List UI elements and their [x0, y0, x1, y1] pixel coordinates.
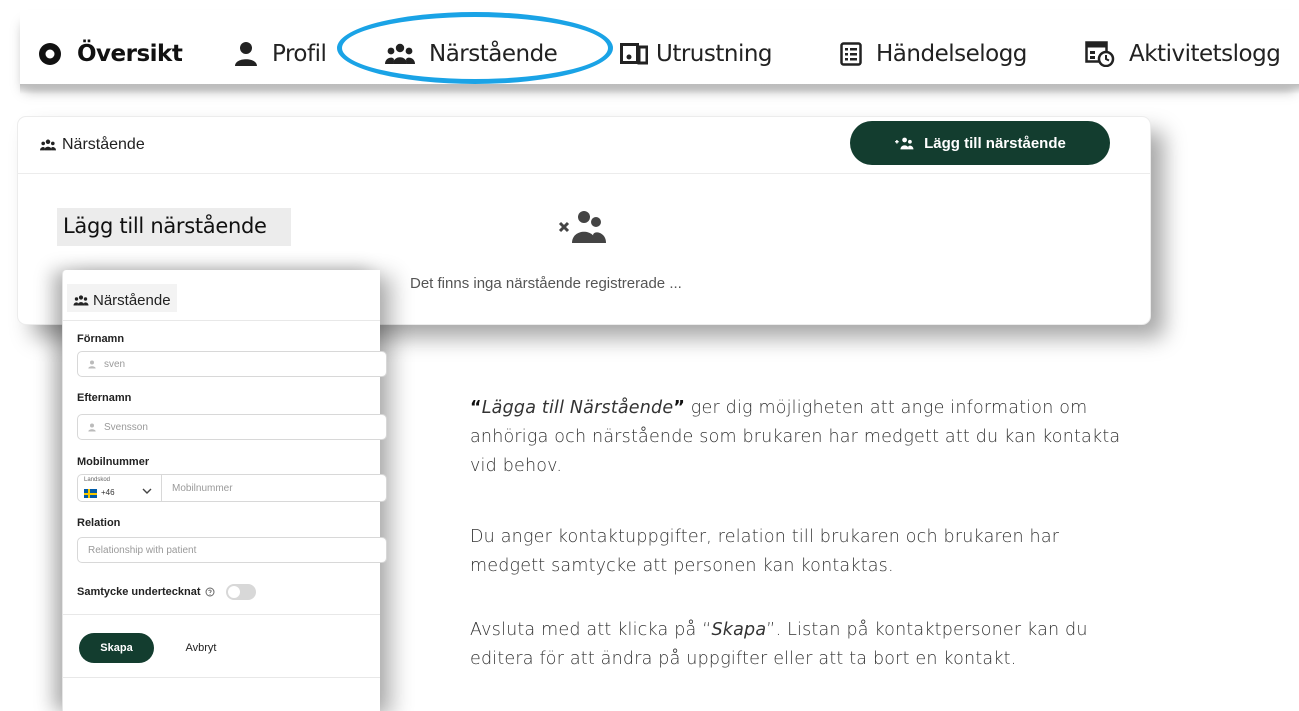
create-button[interactable]: Skapa: [79, 633, 154, 663]
first-name-label: Förnamn: [77, 333, 125, 345]
description-emphasis: Lägga till Närstående: [481, 398, 674, 418]
nav-tab-profil[interactable]: Profil: [234, 36, 327, 72]
chevron-down-icon: [142, 483, 152, 501]
country-code-value: +46: [101, 488, 115, 497]
card-title: Närstående: [40, 136, 145, 154]
first-name-field[interactable]: sven: [77, 351, 387, 377]
nav-tab-label: Översikt: [77, 41, 183, 67]
group-icon: [40, 139, 56, 151]
description-line: Du anger kontaktuppgifter, relation till…: [470, 527, 1060, 547]
nav-tab-utrustning[interactable]: Utrustning: [620, 36, 773, 72]
country-code-select[interactable]: Landskod +46: [78, 475, 162, 501]
relation-label: Relation: [77, 517, 121, 529]
nav-tab-aktivitetslogg[interactable]: Aktivitetslogg: [1085, 36, 1281, 72]
empty-message: Det finns inga närstående registrerade .…: [410, 275, 682, 292]
calendar-clock-icon: [1085, 41, 1115, 67]
add-group-icon: [894, 137, 914, 150]
last-name-placeholder: Svensson: [104, 421, 148, 433]
person-icon: [88, 360, 96, 369]
card-title-text: Närstående: [62, 136, 145, 153]
help-icon[interactable]: [205, 587, 215, 597]
consent-toggle[interactable]: [225, 584, 256, 600]
person-icon: [88, 423, 96, 432]
devices-icon: [620, 43, 648, 65]
eye-circle-icon: [37, 41, 63, 67]
highlight-ellipse: [337, 12, 613, 84]
add-narstaende-label: Lägg till närstående: [924, 134, 1066, 152]
description-text: ”. Listan på kontaktpersoner kan du: [766, 620, 1088, 640]
description-emphasis: Skapa: [711, 620, 767, 640]
nav-tab-handelselogg[interactable]: Händelselogg: [840, 36, 1027, 72]
modal-title: Lägg till närstående: [57, 208, 291, 246]
first-name-placeholder: sven: [104, 358, 126, 370]
add-narstaende-form: Närstående Förnamn sven Efternamn Svenss…: [62, 270, 387, 711]
consent-label: Samtycke undertecknat: [77, 586, 201, 598]
form-section-text: Närstående: [93, 292, 171, 309]
list-icon: [840, 42, 862, 66]
description-paragraph-1: “Lägga till Närstående” ger dig möjlighe…: [470, 394, 1280, 481]
add-narstaende-button[interactable]: Lägg till närstående: [850, 121, 1110, 165]
divider: [63, 320, 380, 321]
description-line: medgett samtycke att personen kan kontak…: [470, 556, 894, 576]
last-name-label: Efternamn: [77, 392, 132, 404]
nav-tab-label: Profil: [272, 41, 327, 67]
nav-tab-label: Händelselogg: [876, 41, 1027, 67]
nav-tab-label: Aktivitetslogg: [1129, 41, 1281, 67]
description-paragraph-3: Avsluta med att klicka på “Skapa”. Lista…: [470, 616, 1280, 674]
mobile-field: Landskod +46 Mobilnummer: [77, 474, 387, 502]
divider: [63, 614, 380, 615]
person-icon: [234, 41, 258, 67]
form-section-title: Närstående: [67, 284, 177, 312]
relation-field[interactable]: Relationship with patient: [77, 537, 387, 563]
nav-tab-label: Utrustning: [656, 41, 773, 67]
quote-mark: ”: [673, 398, 686, 418]
last-name-field[interactable]: Svensson: [77, 414, 387, 440]
description-line: editera för att ändra på uppgifter eller…: [470, 649, 1017, 669]
description-paragraph-2: Du anger kontaktuppgifter, relation till…: [470, 523, 1280, 581]
divider: [63, 677, 380, 678]
card-header: Närstående Lägg till närstående: [18, 117, 1150, 174]
mobile-number-input[interactable]: Mobilnummer: [162, 475, 233, 501]
toggle-knob: [227, 586, 240, 598]
consent-row: Samtycke undertecknat: [77, 584, 256, 600]
description-line: vid behov.: [470, 456, 563, 476]
top-navigation: Översikt Profil Närstående Utrustning Hä…: [20, 10, 1299, 94]
description-text: ger dig möjligheten att ange information…: [685, 398, 1088, 418]
description-line: anhöriga och närstående som brukaren har…: [470, 427, 1121, 447]
cancel-button[interactable]: Avbryt: [171, 633, 231, 663]
description-line: “Lägga till Närstående” ger dig möjlighe…: [470, 394, 1280, 423]
country-code-label: Landskod: [84, 477, 111, 483]
mobile-label: Mobilnummer: [77, 456, 150, 468]
group-icon: [73, 295, 89, 306]
nav-shadow: [20, 84, 1299, 94]
description-line: Avsluta med att klicka på “Skapa”. Lista…: [470, 616, 1280, 645]
no-contacts-icon: [558, 210, 608, 249]
quote-mark: “: [470, 398, 482, 418]
description-text: Avsluta med att klicka på “: [470, 620, 712, 640]
sweden-flag-icon: [84, 489, 97, 498]
nav-tab-oversikt[interactable]: Översikt: [37, 36, 183, 72]
